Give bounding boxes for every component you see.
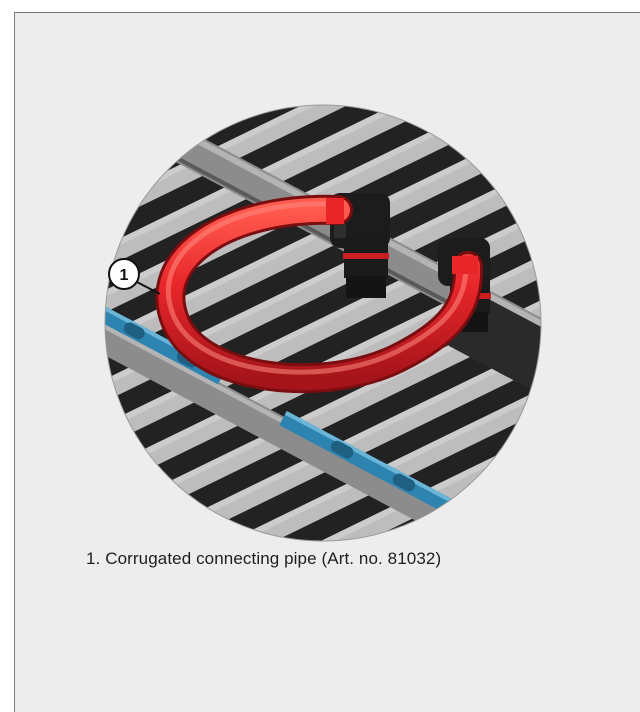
callout-badge: 1 (108, 258, 140, 290)
callout-number: 1 (120, 267, 129, 284)
figure-caption: 1. Corrugated connecting pipe (Art. no. … (86, 549, 442, 568)
pipe-illustration: 1 (104, 104, 542, 542)
figure-panel: 1 1. Corrugated connecting pipe (Art. no… (14, 12, 640, 712)
